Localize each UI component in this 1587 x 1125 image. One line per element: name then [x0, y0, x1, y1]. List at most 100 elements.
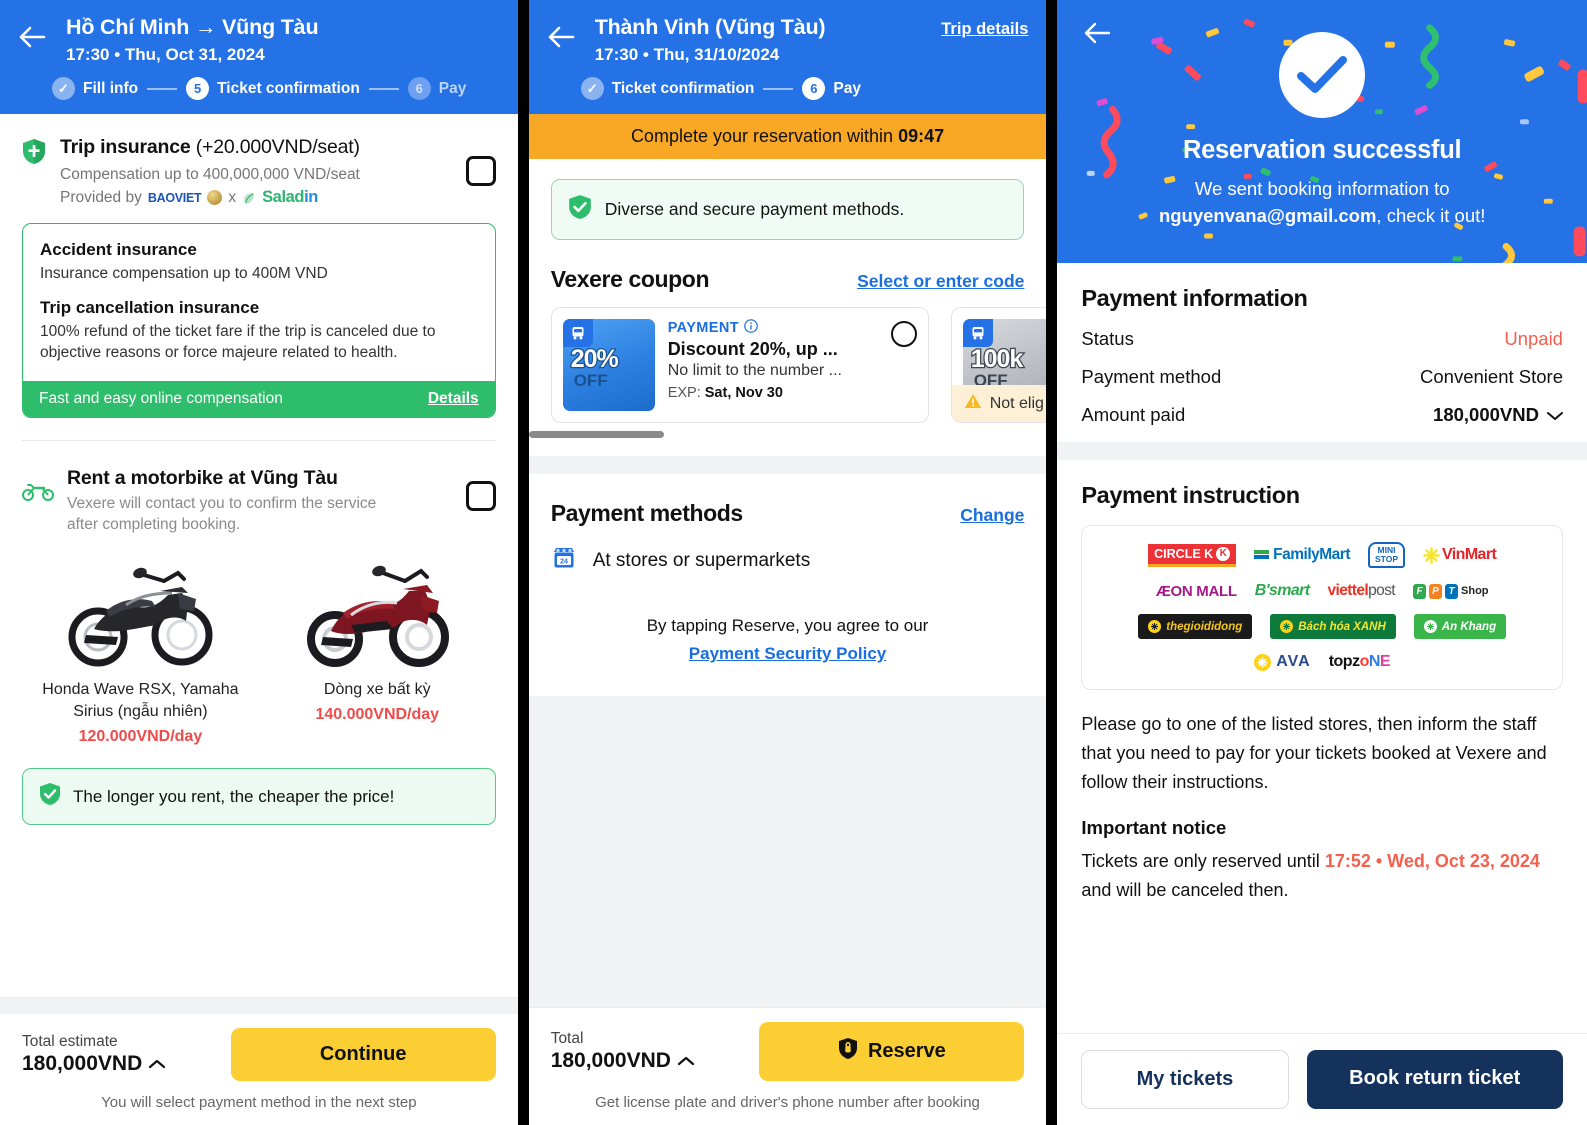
ministop-logo: MINI STOP [1368, 542, 1406, 568]
panel1-body: Trip insurance (+20.000VND/seat) Compens… [0, 114, 518, 997]
insurance-title: Trip insurance (+20.000VND/seat) [60, 136, 360, 158]
coupon-discount-value: 20% [569, 344, 620, 375]
step-pay[interactable]: 6 Pay [407, 77, 466, 100]
trip-insurance-checkbox[interactable] [465, 156, 496, 186]
coupon-expiry: EXP: Sat, Nov 30 [667, 385, 783, 401]
info-row-amount-paid[interactable]: Amount paid 180,000VND [1081, 404, 1563, 426]
timer-value: 09:47 [898, 126, 945, 146]
svg-text:24: 24 [560, 558, 568, 565]
shield-lock-icon [838, 1037, 858, 1066]
fpt-shop-logo: FPT Shop [1413, 583, 1489, 599]
coupon-radio[interactable] [890, 321, 917, 347]
book-return-ticket-button[interactable]: Book return ticket [1306, 1050, 1563, 1109]
payment-security-policy-link[interactable]: Payment Security Policy [689, 644, 886, 663]
chevron-down-icon[interactable] [1546, 404, 1563, 426]
selected-payment-method[interactable]: 24 At stores or supermarkets [529, 527, 1047, 576]
motorbike-option[interactable]: Dòng xe bất kỳ 140.000VND/day [259, 549, 496, 746]
payment-methods-header: Payment methods Change [529, 474, 1047, 527]
row-value[interactable]: 180,000VND [1433, 404, 1563, 426]
step-pay[interactable]: 6 Pay [802, 77, 861, 100]
total-amount[interactable]: 180,000VND [550, 1049, 695, 1073]
panel2-body: Diverse and secure payment methods. Vexe… [528, 159, 1047, 1007]
back-arrow-icon[interactable] [1083, 20, 1111, 51]
agreement-text: By tapping Reserve, you agree to our [646, 616, 929, 635]
reserve-button-label: Reserve [867, 1040, 946, 1062]
insurance-detail-card: Accident insurance Insurance compensatio… [22, 223, 496, 418]
thegioididong-logo: thegioididong [1138, 614, 1253, 639]
shield-check-icon [568, 194, 592, 225]
coupon-card[interactable]: 100k OFF Not elig [950, 307, 1047, 423]
success-line-1: We sent booking information to [1194, 178, 1450, 199]
step-ticket-confirmation[interactable]: 5 Ticket confirmation [186, 77, 360, 100]
store-icon: 24 [551, 545, 577, 576]
coupon-section-header: Vexere coupon Select or enter code [529, 240, 1047, 293]
continue-button[interactable]: Continue [230, 1028, 496, 1081]
coupon-not-eligible: Not elig [951, 385, 1047, 422]
motorbike-price: 120.000VND/day [78, 728, 203, 745]
step-badge: 6 [407, 77, 431, 100]
chevron-up-icon[interactable] [677, 1053, 695, 1070]
panel2-header: Thành Vinh (Vũng Tàu) 17:30 • Thu, 31/10… [528, 0, 1047, 114]
insurance-details-link[interactable]: Details [428, 390, 479, 408]
insurance-compensation: Compensation up to 400,000,000 VND/seat [60, 166, 360, 183]
change-payment-link[interactable]: Change [960, 505, 1024, 526]
reserve-button[interactable]: Reserve [759, 1022, 1025, 1081]
screen-reservation-success: Reservation successful We sent booking i… [1057, 0, 1587, 1125]
total-amount[interactable]: 180,000VND [22, 1052, 166, 1076]
check-circle-icon [1279, 32, 1366, 118]
my-tickets-button[interactable]: My tickets [1081, 1050, 1289, 1109]
row-key: Amount paid [1081, 404, 1186, 425]
amount-value: 180,000VND [1433, 404, 1539, 425]
motorbike-title: Rent a motorbike at Vũng Tàu [67, 467, 338, 489]
back-arrow-icon[interactable] [547, 14, 581, 50]
step-ticket-confirmation[interactable]: ✓ Ticket confirmation [580, 77, 754, 100]
coupon-card[interactable]: 20% OFF PAYMENT Discount 20%, up ... No … [550, 307, 929, 423]
status-badge: Unpaid [1504, 328, 1563, 349]
shield-check-icon [39, 782, 61, 811]
coupon-artwork: 20% OFF [562, 319, 655, 411]
panel1-header: Hồ Chí Minh → Vũng Tàu 17:30 • Thu, Oct … [0, 0, 518, 114]
timer-label: Complete your reservation within [630, 126, 894, 146]
back-arrow-icon[interactable] [18, 14, 52, 50]
total-value: 180,000VND [550, 1049, 671, 1072]
familymart-logo: FamilyMart [1254, 546, 1351, 564]
coupon-name: Discount 20%, up ... [667, 339, 838, 359]
trip-details-link[interactable]: Trip details [941, 14, 1028, 39]
coupon-carousel[interactable]: 20% OFF PAYMENT Discount 20%, up ... No … [529, 293, 1047, 423]
aeon-mall-logo: ÆON MALL [1155, 582, 1237, 600]
step-label: Pay [833, 79, 861, 97]
trip-insurance-section: Trip insurance (+20.000VND/seat) Compens… [0, 114, 518, 207]
success-title: Reservation successful [1183, 136, 1462, 164]
motorbike-name: Dòng xe bất kỳ [323, 681, 431, 698]
payment-agreement: By tapping Reserve, you agree to our Pay… [529, 576, 1047, 668]
bus-icon [562, 319, 593, 347]
insurance-card-footer: Fast and easy online compensation Detail… [23, 381, 495, 417]
motorbike-section: Rent a motorbike at Vũng Tàu Vexere will… [0, 441, 518, 535]
payment-instruction-title: Payment instruction [1081, 482, 1300, 508]
store-logo-row: AVA topz o N E [1092, 653, 1552, 671]
step-fill-info[interactable]: ✓ Fill info [52, 77, 138, 100]
provider-separator: x [228, 188, 237, 206]
coupon-scrollbar[interactable] [528, 431, 1025, 438]
row-key: Payment method [1081, 366, 1222, 387]
three-screen-flow: Hồ Chí Minh → Vũng Tàu 17:30 • Thu, Oct … [0, 0, 1587, 1125]
info-row-payment-method: Payment method Convenient Store [1081, 366, 1563, 388]
scrollbar-thumb[interactable] [528, 431, 664, 438]
info-icon[interactable] [744, 319, 758, 337]
page-title: Hồ Chí Minh → Vũng Tàu [66, 15, 319, 39]
total-label: Total [550, 1030, 584, 1047]
select-coupon-link[interactable]: Select or enter code [857, 271, 1024, 292]
footer-note: Get license plate and driver's phone num… [595, 1094, 980, 1111]
secure-payment-banner: Diverse and secure payment methods. [550, 179, 1025, 240]
motorbike-rental-checkbox[interactable] [465, 481, 496, 511]
chevron-up-icon[interactable] [149, 1056, 166, 1073]
success-line-2: , check it out! [1376, 205, 1486, 226]
coupon-kind: PAYMENT [668, 319, 878, 337]
motorbike-option[interactable]: Honda Wave RSX, Yamaha Sirius (ngẫu nhiê… [22, 549, 259, 746]
store-logos-card: CIRCLE KK FamilyMart MINI STOP VinMart ÆO… [1081, 525, 1563, 690]
step-label: Fill info [83, 79, 139, 97]
motorbike-options: Honda Wave RSX, Yamaha Sirius (ngẫu nhiê… [0, 535, 518, 746]
secure-payment-text: Diverse and secure payment methods. [604, 199, 905, 219]
notice-prefix: Tickets are only reserved until [1081, 851, 1320, 871]
bach-hoa-xanh-logo: Bách hóa XANH [1270, 614, 1396, 639]
